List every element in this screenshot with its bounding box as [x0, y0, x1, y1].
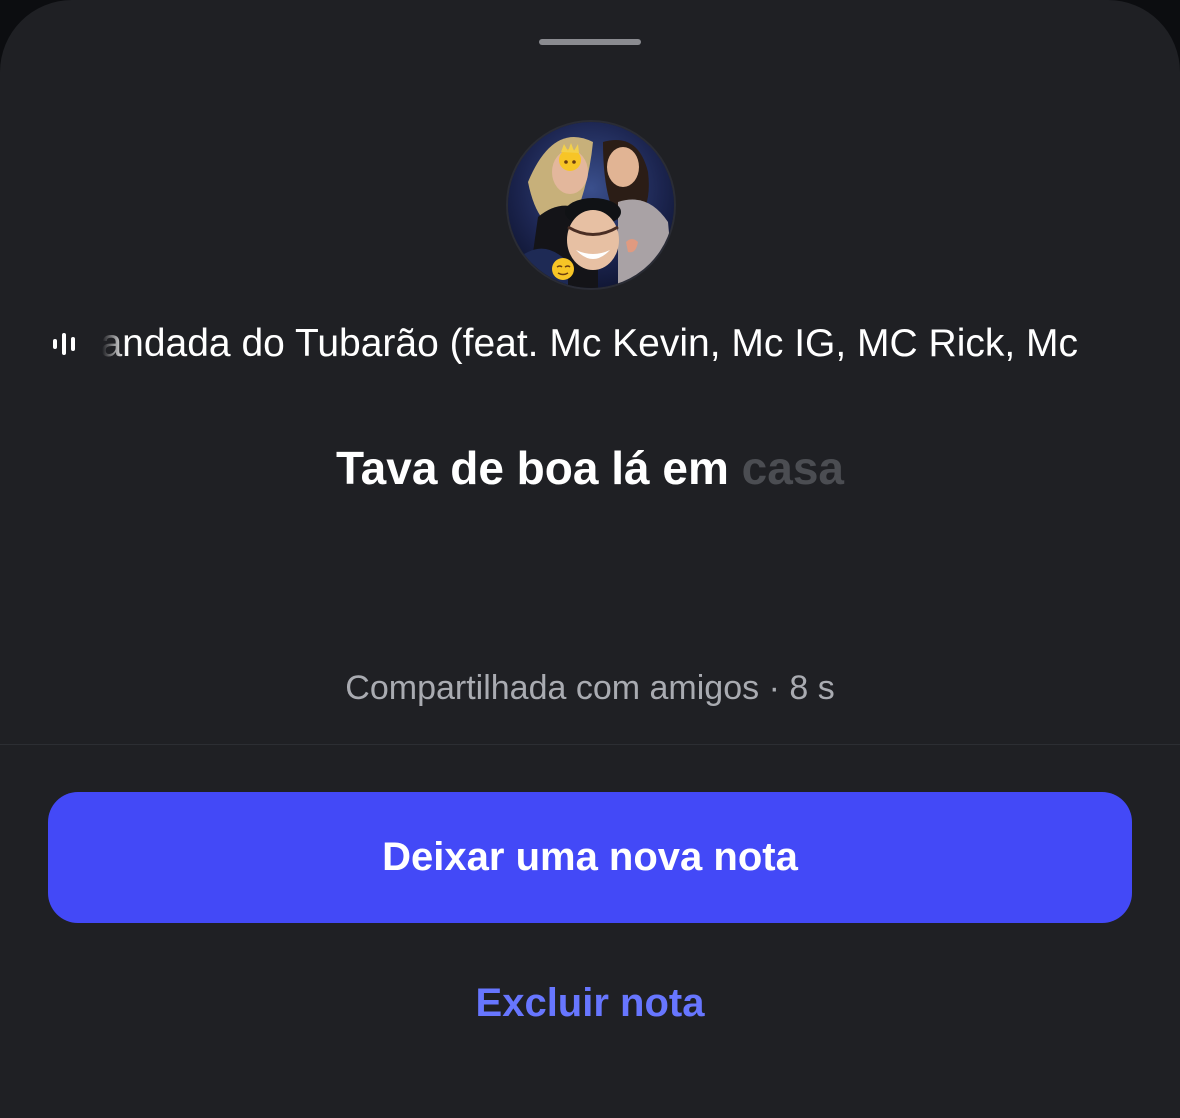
- audio-waveform-icon: [48, 324, 84, 364]
- avatar[interactable]: [508, 122, 674, 288]
- leave-new-note-button[interactable]: Deixar uma nova nota: [48, 792, 1132, 923]
- note-text: Tava de boa lá em casa: [0, 440, 1180, 496]
- divider: [0, 744, 1180, 745]
- avatar-photo: [508, 122, 674, 288]
- delete-note-button[interactable]: Excluir nota: [340, 970, 840, 1036]
- music-track-title: Mandada do Tubarão (feat. Mc Kevin, Mc I…: [102, 322, 1079, 365]
- note-text-visible: Tava de boa lá em: [336, 442, 729, 494]
- sheet-grabber-handle[interactable]: [539, 39, 641, 45]
- shared-info: Compartilhada com amigos · 8 s: [345, 669, 835, 707]
- note-text-faded: casa: [741, 442, 844, 494]
- note-bottom-sheet: Mandada do Tubarão (feat. Mc Kevin, Mc I…: [0, 0, 1180, 1118]
- music-marquee: Mandada do Tubarão (feat. Mc Kevin, Mc I…: [102, 318, 1132, 370]
- music-attachment[interactable]: Mandada do Tubarão (feat. Mc Kevin, Mc I…: [48, 318, 1132, 370]
